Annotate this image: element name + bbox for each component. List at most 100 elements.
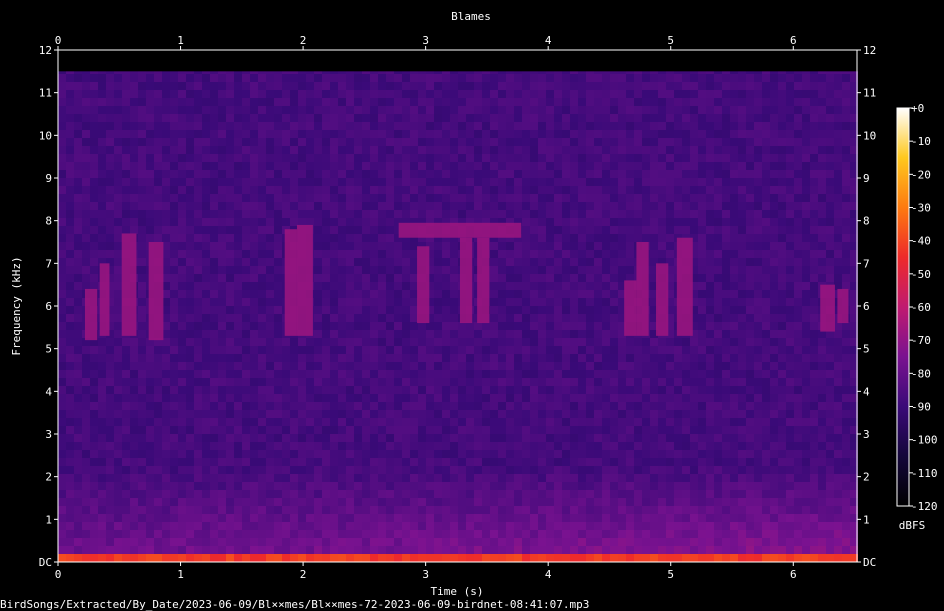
spectrogram-cell: [274, 122, 282, 130]
spectrogram-cell: [682, 386, 690, 394]
spectrogram-cell: [234, 122, 242, 130]
spectrogram-cell: [842, 402, 850, 410]
spectrogram-cell: [138, 234, 146, 242]
spectrogram-cell: [626, 210, 634, 218]
spectrogram-cell: [842, 242, 850, 250]
spectrogram-cell: [194, 226, 202, 234]
spectrogram-cell: [490, 266, 498, 274]
spectrogram-cell: [194, 282, 202, 290]
spectrogram-cell: [578, 298, 586, 306]
spectrogram-cell: [266, 402, 274, 410]
spectrogram-cell: [418, 202, 426, 210]
spectrogram-cell: [434, 394, 442, 402]
spectrogram-cell: [666, 130, 674, 138]
spectrogram-cell: [74, 282, 82, 290]
spectrogram-cell: [210, 298, 218, 306]
spectrogram-cell: [74, 234, 82, 242]
spectrogram-cell: [138, 282, 146, 290]
spectrogram-cell: [610, 258, 618, 266]
spectrogram-cell: [234, 90, 242, 98]
spectrogram-cell: [250, 330, 258, 338]
spectrogram-cell: [562, 418, 570, 426]
spectrogram-cell: [322, 98, 330, 106]
spectrogram-cell: [458, 162, 466, 170]
spectrogram-cell: [538, 298, 546, 306]
spectrogram-cell: [370, 266, 378, 274]
spectrogram-cell: [394, 258, 402, 266]
spectrogram-cell: [458, 178, 466, 186]
spectrogram-cell: [226, 74, 234, 82]
spectrogram-cell: [482, 402, 490, 410]
spectrogram-cell: [82, 194, 90, 202]
spectrogram-cell: [338, 434, 346, 442]
spectrogram-cell: [522, 242, 530, 250]
spectrogram-cell: [378, 258, 386, 266]
spectrogram-cell: [746, 370, 754, 378]
spectrogram-cell: [394, 242, 402, 250]
spectrogram-cell: [730, 306, 738, 314]
spectrogram-cell: [90, 258, 98, 266]
spectrogram-cell: [834, 162, 842, 170]
spectrogram-cell: [818, 234, 826, 242]
spectrogram-cell: [66, 98, 74, 106]
spectrogram-cell: [162, 210, 170, 218]
spectrogram-cell: [466, 162, 474, 170]
spectrogram-cell: [746, 394, 754, 402]
spectrogram-cell: [290, 178, 298, 186]
spectrogram-cell: [314, 154, 322, 162]
spectrogram-cell: [218, 210, 226, 218]
spectrogram-cell: [138, 450, 146, 458]
spectrogram-cell: [202, 114, 210, 122]
spectrogram-cell: [834, 202, 842, 210]
spectrogram-cell: [338, 426, 346, 434]
spectrogram-cell: [482, 90, 490, 98]
spectrogram-cell: [546, 170, 554, 178]
spectrogram-cell: [226, 290, 234, 298]
spectrogram-cell: [514, 378, 522, 386]
spectrogram-cell: [738, 386, 746, 394]
spectrogram-cell: [322, 378, 330, 386]
spectrogram-cell: [154, 354, 162, 362]
spectrogram-cell: [442, 162, 450, 170]
spectrogram-cell: [314, 130, 322, 138]
spectrogram-cell: [618, 450, 626, 458]
spectrogram-cell: [842, 338, 850, 346]
spectrogram-cell: [658, 218, 666, 226]
spectrogram-cell: [594, 322, 602, 330]
spectrogram-cell: [178, 266, 186, 274]
spectrogram-cell: [834, 418, 842, 426]
spectrogram-cell: [538, 98, 546, 106]
spectrogram-cell: [570, 378, 578, 386]
spectrogram-cell: [562, 426, 570, 434]
spectrogram-cell: [546, 290, 554, 298]
spectrogram-cell: [434, 346, 442, 354]
spectrogram-cell: [290, 186, 298, 194]
spectrogram-cell: [138, 170, 146, 178]
spectrogram-cell: [522, 410, 530, 418]
spectrogram-cell: [298, 386, 306, 394]
spectrogram-cell: [178, 170, 186, 178]
spectrogram-cell: [458, 122, 466, 130]
spectrogram-cell: [530, 250, 538, 258]
spectrogram-cell: [250, 402, 258, 410]
spectrogram-cell: [658, 202, 666, 210]
spectrogram-cell: [786, 90, 794, 98]
spectrogram-cell: [178, 346, 186, 354]
spectrogram-cell: [370, 106, 378, 114]
spectrogram-cell: [90, 250, 98, 258]
spectrogram-cell: [674, 442, 682, 450]
spectrogram-cell: [506, 322, 514, 330]
spectrogram-cell: [386, 442, 394, 450]
spectrogram-cell: [786, 162, 794, 170]
spectrogram-cell: [330, 114, 338, 122]
spectrogram-cell: [194, 314, 202, 322]
spectrogram-cell: [162, 106, 170, 114]
spectrogram-cell: [290, 378, 298, 386]
spectrogram-cell: [562, 282, 570, 290]
spectrogram-cell: [250, 298, 258, 306]
spectrogram-cell: [362, 450, 370, 458]
spectrogram-cell: [410, 106, 418, 114]
spectrogram-cell: [530, 354, 538, 362]
spectrogram-cell: [554, 114, 562, 122]
spectrogram-cell: [298, 338, 306, 346]
